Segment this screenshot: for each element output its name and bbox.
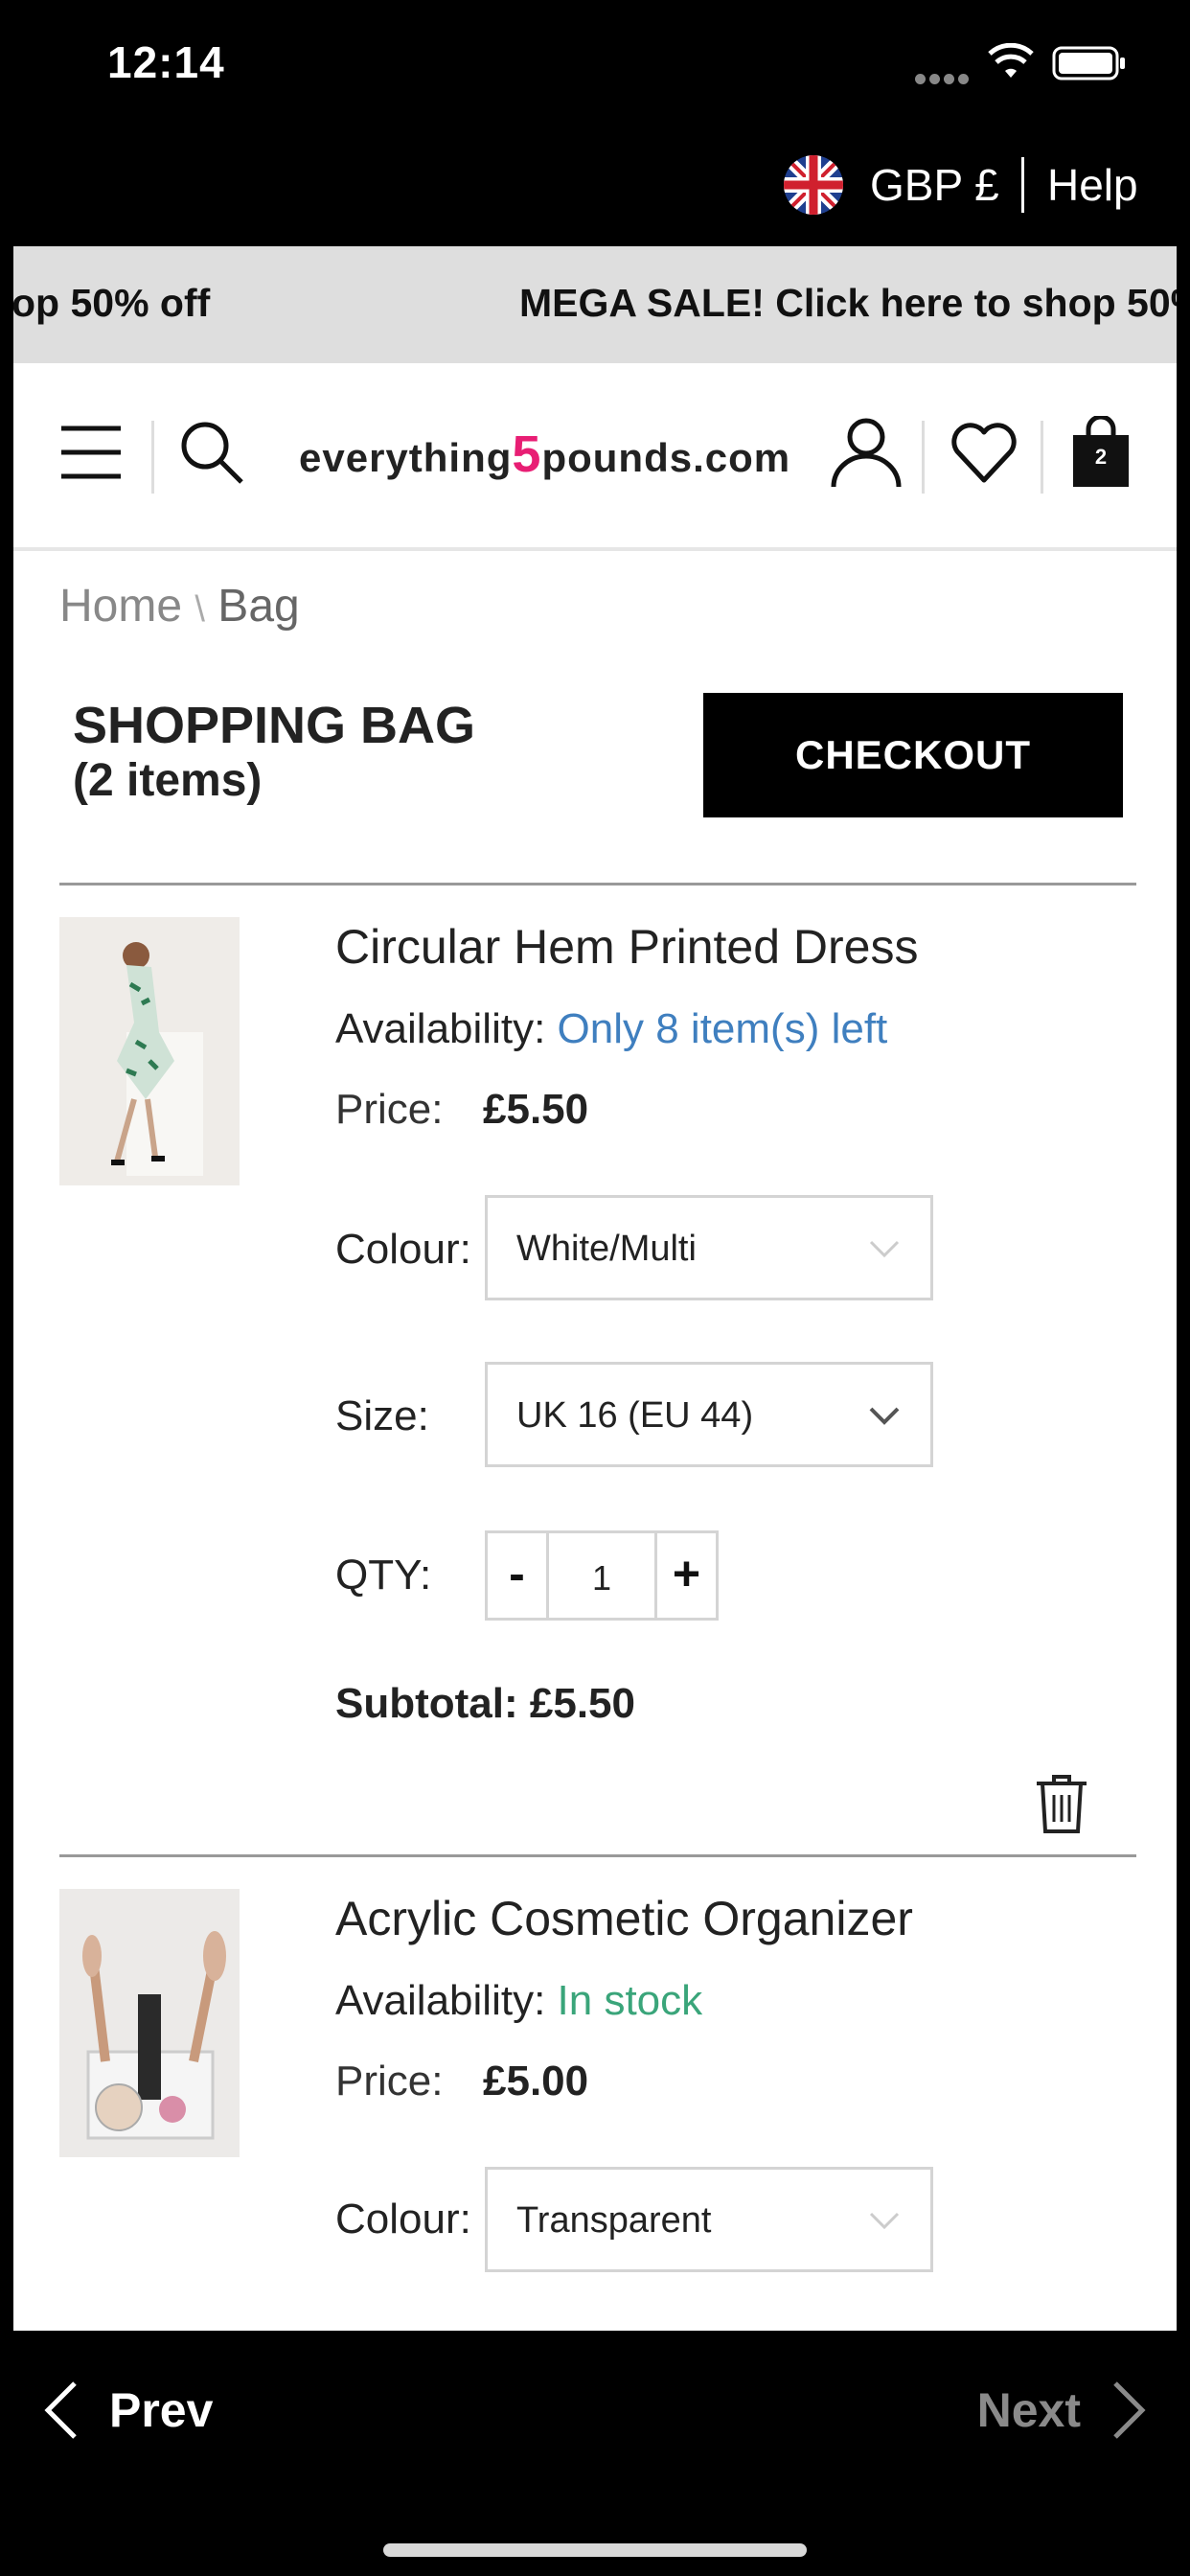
product-image[interactable]: [59, 917, 240, 1185]
chevron-down-icon: [869, 1240, 900, 1258]
qty-decrease-button[interactable]: -: [488, 1533, 549, 1618]
help-link[interactable]: Help: [1047, 159, 1138, 211]
utility-bar: GBP £ Help: [0, 144, 1190, 244]
subtotal: Subtotal: £5.50: [335, 1680, 635, 1727]
promo-text: MEGA SALE! Click here to shop 50%: [519, 281, 1177, 325]
item-count: (2 items): [73, 755, 263, 806]
promo-banner[interactable]: op 50% off MEGA SALE! Click here to shop…: [13, 246, 1177, 363]
price-value: £5.00: [483, 2058, 589, 2104]
battery-icon: [1052, 46, 1125, 80]
price-label: Price:: [335, 2058, 444, 2104]
status-time: 12:14: [107, 37, 225, 87]
search-icon[interactable]: [178, 419, 245, 486]
colour-label: Colour:: [335, 2196, 471, 2242]
chevron-down-icon: [869, 2212, 900, 2230]
divider: [59, 1854, 1136, 1857]
price-label: Price:: [335, 1086, 444, 1133]
product-image[interactable]: [59, 1889, 240, 2157]
chevron-down-icon: [869, 1407, 900, 1425]
divider: [59, 883, 1136, 886]
qty-increase-button[interactable]: +: [654, 1533, 716, 1618]
product-name[interactable]: Circular Hem Printed Dress: [335, 919, 918, 975]
product-name[interactable]: Acrylic Cosmetic Organizer: [335, 1891, 913, 1946]
subtotal-value: £5.50: [529, 1680, 635, 1727]
currency-selector[interactable]: GBP £: [870, 159, 999, 211]
chevron-left-icon: [44, 2381, 77, 2439]
availability: Availability: Only 8 item(s) left: [335, 1005, 888, 1052]
uk-flag-icon[interactable]: [784, 155, 843, 215]
availability: Availability: In stock: [335, 1977, 703, 2024]
colour-select[interactable]: White/Multi: [485, 1195, 933, 1300]
breadcrumb-separator: \: [195, 589, 205, 630]
breadcrumb-current: Bag: [217, 581, 300, 632]
promo-text: op 50% off: [13, 281, 211, 325]
signal-icon: [915, 72, 973, 84]
chevron-right-icon: [1113, 2381, 1146, 2439]
status-bar: 12:14: [0, 0, 1190, 134]
divider: [922, 421, 925, 494]
breadcrumb-home[interactable]: Home: [59, 581, 182, 632]
divider: [1041, 421, 1043, 494]
price-value: £5.50: [483, 1086, 589, 1133]
size-value: UK 16 (EU 44): [516, 1395, 754, 1436]
wifi-icon: [988, 43, 1034, 78]
colour-value: Transparent: [516, 2200, 712, 2241]
bag-icon[interactable]: 2: [1067, 414, 1134, 489]
site-logo[interactable]: everything5pounds.com: [299, 425, 790, 484]
availability-value: In stock: [557, 1977, 703, 2024]
account-icon[interactable]: [830, 416, 903, 489]
breadcrumb: Home \ Bag: [59, 580, 300, 632]
size-select[interactable]: UK 16 (EU 44): [485, 1362, 933, 1467]
availability-value: Only 8 item(s) left: [557, 1005, 888, 1052]
bag-count-badge: 2: [1094, 445, 1108, 469]
colour-select[interactable]: Transparent: [485, 2167, 933, 2272]
bottom-navigation: Prev Next: [0, 2331, 1190, 2576]
divider: [1021, 157, 1024, 213]
size-label: Size:: [335, 1392, 429, 1439]
next-label: Next: [976, 2383, 1081, 2437]
qty-value[interactable]: 1: [549, 1533, 654, 1618]
prev-button[interactable]: Prev: [42, 2377, 213, 2444]
menu-icon[interactable]: [59, 421, 123, 484]
divider: [151, 421, 154, 494]
quantity-stepper: - 1 +: [485, 1530, 719, 1621]
colour-value: White/Multi: [516, 1229, 697, 1269]
site-header: everything5pounds.com 2: [13, 363, 1177, 551]
qty-label: QTY:: [335, 1552, 432, 1598]
prev-label: Prev: [109, 2383, 214, 2437]
page-content: op 50% off MEGA SALE! Click here to shop…: [13, 246, 1177, 2331]
checkout-button[interactable]: CHECKOUT: [703, 693, 1123, 817]
next-button[interactable]: Next: [977, 2377, 1148, 2444]
trash-icon[interactable]: [1033, 1772, 1090, 1835]
page-title: SHOPPING BAG: [73, 697, 476, 754]
colour-label: Colour:: [335, 1226, 471, 1273]
home-indicator[interactable]: [383, 2543, 807, 2557]
heart-icon[interactable]: [950, 419, 1018, 486]
